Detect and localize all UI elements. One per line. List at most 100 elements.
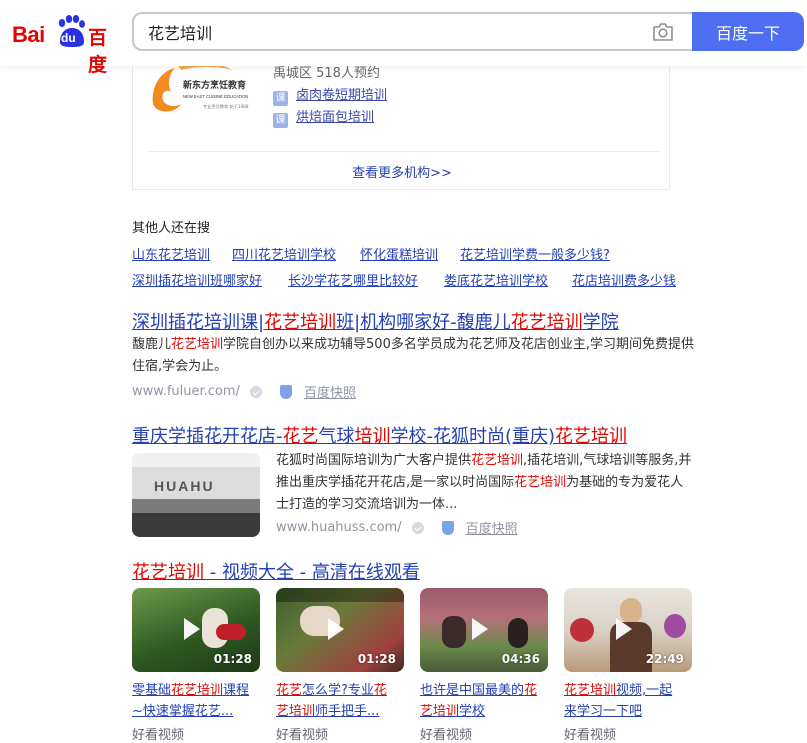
play-icon	[472, 618, 488, 640]
related-link[interactable]: 四川花艺培训学校	[232, 244, 336, 263]
search-button[interactable]: 百度一下	[692, 12, 804, 51]
video-thumbnail[interactable]: 01:28	[132, 588, 260, 672]
play-icon	[328, 618, 344, 640]
video-duration: 22:49	[645, 652, 684, 666]
cache-link[interactable]: 百度快照	[304, 382, 356, 401]
video-title-highlight: 艺培训	[276, 704, 316, 719]
source-url[interactable]: www.fuluer.com/	[132, 384, 240, 399]
result-thumbnail[interactable]: HUAHU	[132, 453, 260, 537]
divider	[147, 151, 661, 152]
video-title[interactable]: 花艺怎么学?专业花 艺培训师手把手...	[276, 680, 404, 722]
search-box	[132, 12, 694, 51]
more-orgs-link[interactable]: 查看更多机构>>	[133, 162, 671, 181]
related-link[interactable]: 娄底花艺培训学校	[444, 270, 548, 289]
video-card-4[interactable]: 22:49 花艺培训视频,一起 来学习一下吧 好看视频	[564, 588, 692, 743]
baidu-logo[interactable]: Bai du 百度	[12, 14, 116, 76]
video-section-title[interactable]: 花艺培训 - 视频大全 - 高清在线观看	[132, 558, 420, 584]
course-icon: 课	[273, 113, 288, 128]
video-title[interactable]: 花艺培训视频,一起 来学习一下吧	[564, 680, 692, 722]
video-duration: 04:36	[501, 652, 540, 666]
video-card-1[interactable]: 01:28 零基础花艺培训课程 ~快速掌握花艺... 好看视频	[132, 588, 260, 743]
course-link-1[interactable]: 课卤肉卷短期培训	[273, 84, 387, 106]
related-link[interactable]: 怀化蛋糕培训	[360, 244, 438, 263]
related-link[interactable]: 深圳插花培训班哪家好	[132, 270, 262, 289]
result-title-2[interactable]: 重庆学插花开花店-花艺气球培训学校-花狐时尚(重庆)花艺培训	[132, 422, 627, 448]
title-part: 深圳插花培训课|	[132, 312, 265, 333]
result-source-2: www.huahuss.com/ 百度快照	[276, 518, 518, 537]
title-part: - 视频大全 - 高清在线观看	[204, 562, 420, 583]
related-link[interactable]: 长沙学花艺哪里比较好	[288, 270, 418, 289]
video-title-highlight: 花	[373, 683, 387, 698]
title-highlight: 花艺培训	[264, 312, 337, 333]
course-label: 烘焙面包培训	[296, 110, 375, 125]
video-title[interactable]: 也许是中国最美的花 艺培训学校	[420, 680, 548, 722]
title-highlight: 花艺培训	[510, 312, 583, 333]
video-title-part: 零基础	[132, 683, 172, 698]
search-input[interactable]	[148, 14, 628, 49]
source-url[interactable]: www.huahuss.com/	[276, 520, 402, 535]
abstract-part: 为基础的专为爱花人	[566, 475, 684, 490]
abstract-highlight: 花艺培训	[514, 475, 567, 490]
abstract-part: 推出重庆学插花开花店,是一家以时尚国际	[276, 475, 515, 490]
abstract-part: 馥鹿儿	[132, 337, 172, 352]
video-thumbnail[interactable]: 04:36	[420, 588, 548, 672]
video-title-part: 师手把手...	[315, 704, 380, 719]
video-title[interactable]: 零基础花艺培训课程 ~快速掌握花艺...	[132, 680, 260, 722]
title-part: 学校-花狐时尚(重庆)	[390, 426, 556, 447]
video-source: 好看视频	[420, 728, 473, 743]
video-duration: 01:28	[213, 652, 252, 666]
related-searches-title: 其他人还在搜	[132, 221, 211, 236]
result-abstract-1: 馥鹿儿花艺培训学院自创办以来成功辅导500多名学员成为花艺师及花店创业主,学习期…	[132, 334, 697, 378]
org-logo-sub: 专业烹饪教育 始于1988	[203, 103, 249, 110]
course-label: 卤肉卷短期培训	[296, 88, 388, 103]
org-logo-en: NEW EAST CUISINE EDUCATION	[183, 94, 248, 99]
video-title-highlight: 花	[524, 683, 538, 698]
title-highlight: 培训	[354, 426, 391, 447]
logo-bai: Bai	[12, 22, 45, 47]
video-card-2[interactable]: 01:28 花艺怎么学?专业花 艺培训师手把手... 好看视频	[276, 588, 404, 743]
verified-icon	[411, 521, 424, 534]
org-card: 新东方烹饪教育 NEW EAST CUISINE EDUCATION 专业烹饪教…	[132, 48, 670, 190]
related-link[interactable]: 花艺培训学费一般多少钱?	[460, 244, 610, 263]
video-card-3[interactable]: 04:36 也许是中国最美的花 艺培训学校 好看视频	[420, 588, 548, 743]
course-link-2[interactable]: 课烘焙面包培训	[273, 106, 374, 128]
cache-link[interactable]: 百度快照	[466, 518, 518, 537]
camera-icon[interactable]	[652, 22, 674, 42]
video-source: 好看视频	[564, 728, 617, 743]
title-part: 学院	[582, 312, 619, 333]
video-thumbnail[interactable]: 01:28	[276, 588, 404, 672]
video-title-part: 也许是中国最美的	[420, 683, 525, 698]
org-logo[interactable]: 新东方烹饪教育 NEW EAST CUISINE EDUCATION 专业烹饪教…	[147, 58, 259, 116]
related-link[interactable]: 花店培训费多少钱	[572, 270, 676, 289]
title-part: 班|机构哪家好-馥鹿儿	[336, 312, 511, 333]
title-highlight: 花艺培训	[132, 562, 204, 583]
abstract-part: 学院自创办以来成功辅导500多名学员成为花艺师及花店创业主,学习期间免费提供	[223, 337, 694, 352]
play-icon	[616, 618, 632, 640]
video-source: 好看视频	[276, 728, 329, 743]
related-link[interactable]: 山东花艺培训	[132, 244, 210, 263]
video-title-part: ~快速掌握花艺...	[132, 704, 234, 719]
org-logo-name: 新东方烹饪教育	[183, 79, 246, 91]
video-thumbnail[interactable]: 22:49	[564, 588, 692, 672]
shield-icon	[279, 384, 292, 399]
result-title-1[interactable]: 深圳插花培训课|花艺培训班|机构哪家好-馥鹿儿花艺培训学院	[132, 308, 619, 334]
result-source-1: www.fuluer.com/ 百度快照	[132, 382, 356, 401]
storefront-image: HUAHU	[132, 453, 260, 537]
title-highlight: 花艺	[282, 426, 319, 447]
header: Bai du 百度 百度一下	[0, 0, 807, 76]
abstract-part: ,插花培训,气球培训等服务,并	[523, 453, 692, 468]
abstract-part: 花狐时尚国际培训为广大客户提供	[276, 453, 472, 468]
logo-du: du	[61, 31, 76, 45]
video-title-highlight: 花艺培训	[171, 683, 224, 698]
title-part: 重庆学插花开花店-	[132, 426, 283, 447]
logo-baidu: 百度	[88, 27, 107, 76]
verified-icon	[249, 385, 262, 398]
title-highlight: 花艺培训	[555, 426, 628, 447]
video-title-part: 怎么学?专业	[302, 683, 374, 698]
course-icon: 课	[273, 91, 288, 106]
abstract-part: 住宿,学会为止。	[132, 359, 228, 374]
video-source: 好看视频	[132, 728, 185, 743]
video-title-part: 视频,一起	[616, 683, 673, 698]
title-part: 气球	[318, 426, 355, 447]
play-icon	[184, 618, 200, 640]
